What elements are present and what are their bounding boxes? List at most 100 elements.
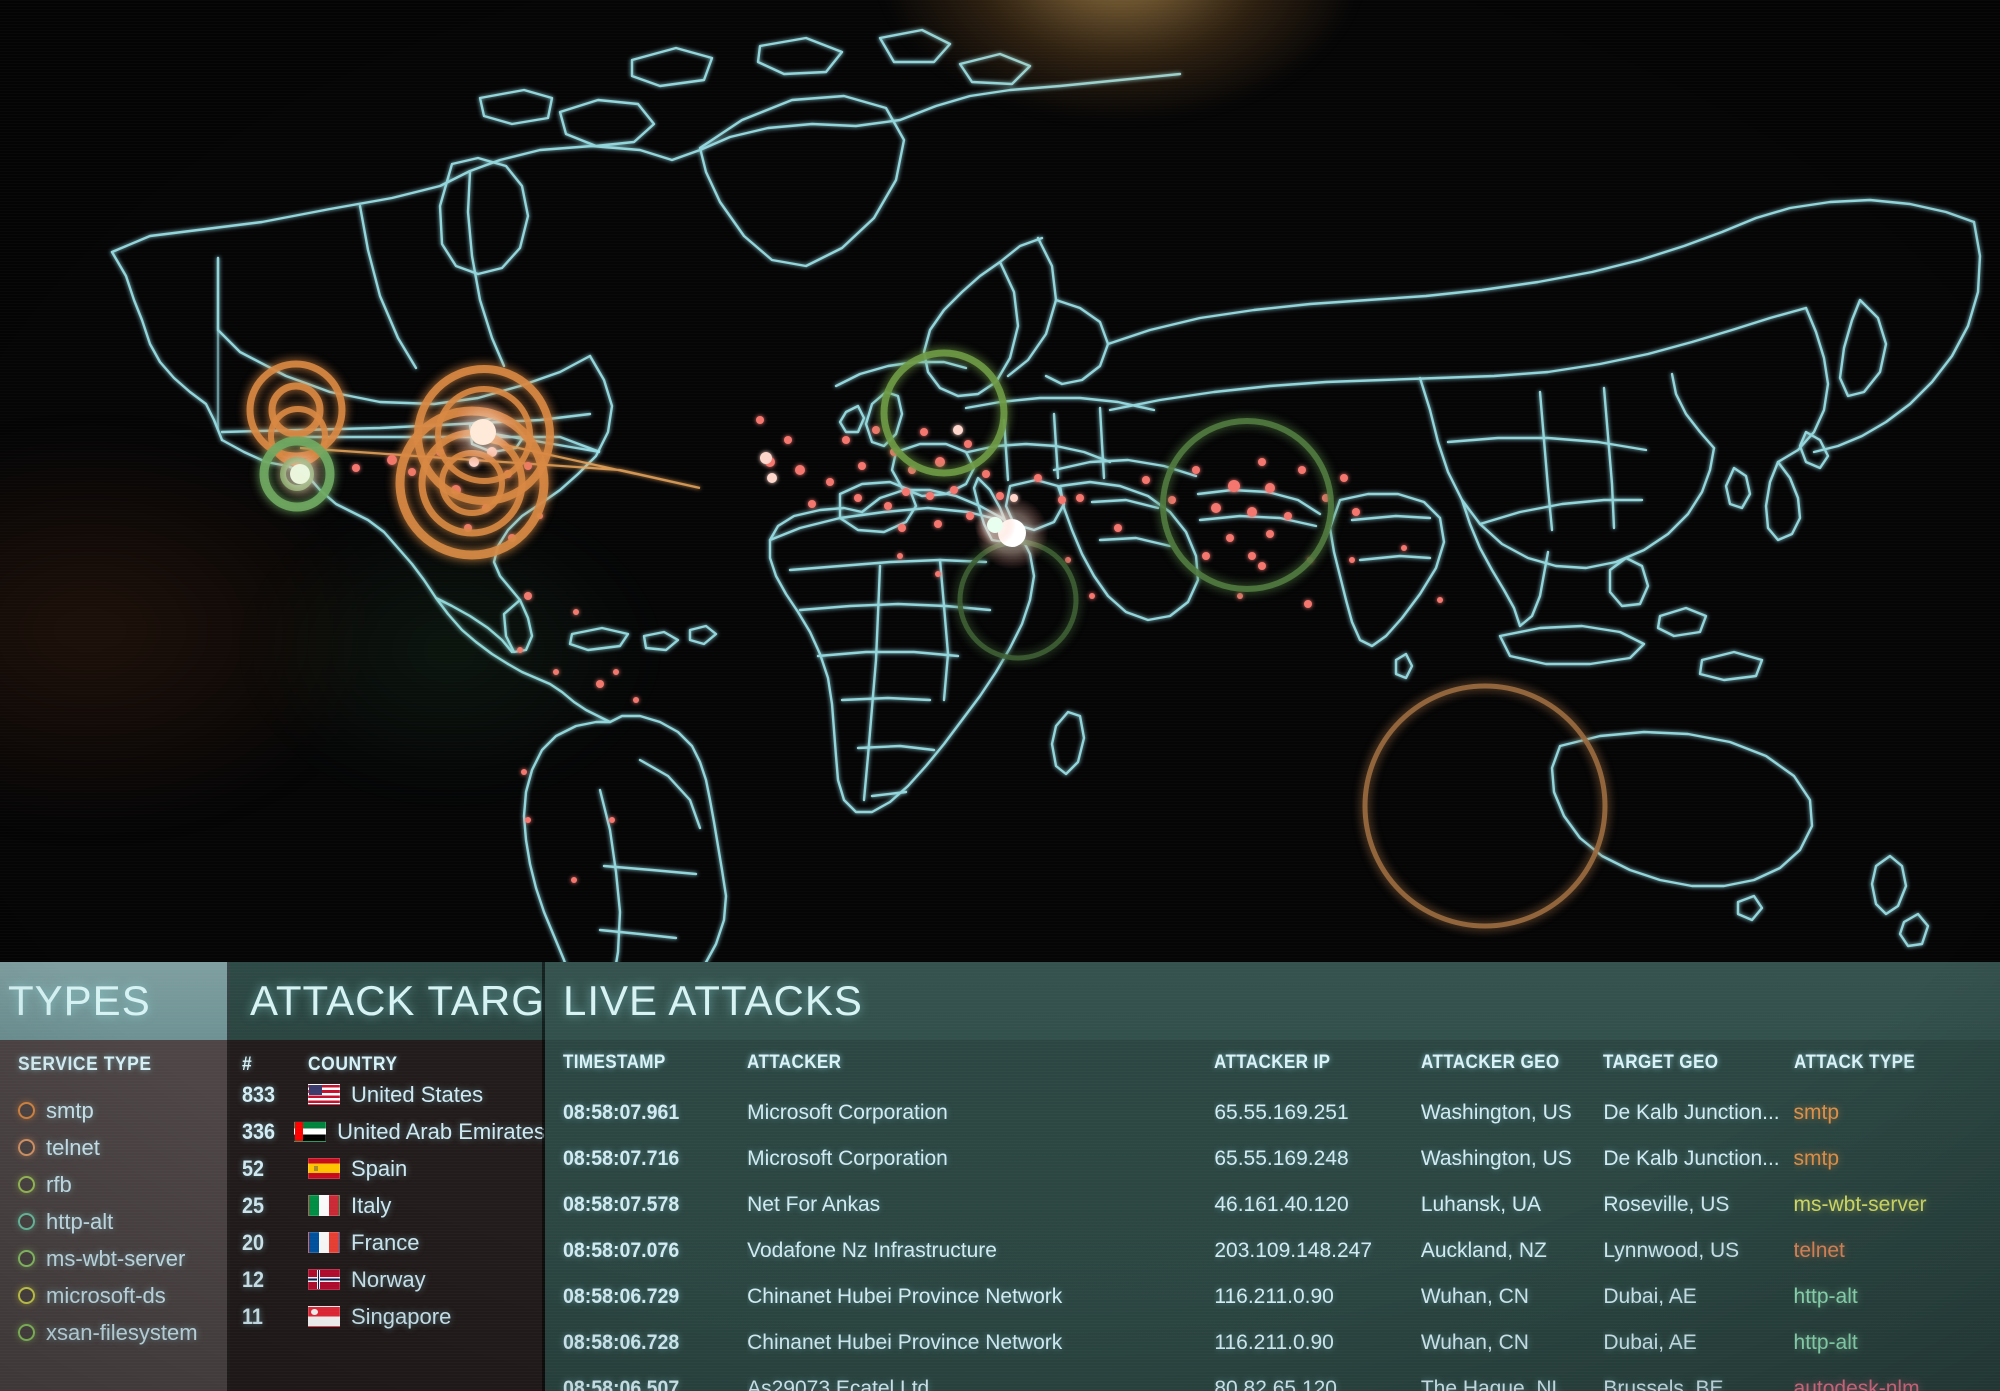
- panel-attack-targets-title-band: ATTACK TARGETS: [230, 962, 629, 1040]
- panel-attack-targets-body: # COUNTRY 833 United States 336 United Arab…: [230, 1040, 545, 1391]
- live-attack-timestamp: 08:58:07.076: [563, 1239, 680, 1262]
- attack-target-country: United Arab Emirates: [337, 1118, 545, 1144]
- live-attack-attacker-geo: Wuhan, CN: [1420, 1285, 1529, 1308]
- attack-target-country: France: [351, 1229, 420, 1255]
- attack-target-row[interactable]: 12 Norway: [230, 1261, 545, 1298]
- live-attack-attacker: Net For Ankas: [747, 1193, 881, 1216]
- panel-types-body: SERVICE TYPE smtp telnet rfb http-alt ms-wbt…: [0, 1040, 230, 1391]
- live-attack-attacker-ip: 46.161.40.120: [1214, 1193, 1349, 1216]
- attack-target-count: 833: [242, 1081, 276, 1107]
- flag-icon-no: [308, 1269, 340, 1290]
- attack-target-country: Italy: [351, 1192, 392, 1218]
- service-type-row[interactable]: http-alt: [18, 1203, 230, 1240]
- live-attack-target-geo: Roseville, US: [1603, 1193, 1730, 1216]
- panel-divider: [542, 962, 545, 1391]
- live-attack-attacker-ip: 203.109.148.247: [1214, 1239, 1373, 1262]
- live-attack-row[interactable]: 08:58:06.728 Chinanet Hubei Province Netw…: [545, 1320, 2000, 1366]
- live-attack-row[interactable]: 08:58:07.961 Microsoft Corporation 65.55.1…: [545, 1090, 2000, 1136]
- service-type-row[interactable]: microsoft-ds: [18, 1277, 230, 1314]
- live-attack-attacker-geo: Washington, US: [1420, 1101, 1572, 1124]
- panel-live-attacks-title: LIVE ATTACKS: [563, 977, 863, 1024]
- attacker-geo-column-header[interactable]: ATTACKER GEO: [1421, 1052, 1604, 1090]
- live-attack-row[interactable]: 08:58:06.507 As29073 Ecatel Ltd 80.82.65.1…: [545, 1366, 2000, 1391]
- service-type-label: microsoft-ds: [46, 1282, 166, 1308]
- live-attack-row[interactable]: 08:58:07.076 Vodafone Nz Infrastructure 20…: [545, 1228, 2000, 1274]
- live-attack-attacker: As29073 Ecatel Ltd: [747, 1377, 930, 1391]
- live-attack-attacker-geo: Auckland, NZ: [1420, 1239, 1547, 1262]
- target-geo-column-header[interactable]: TARGET GEO: [1603, 1052, 1793, 1090]
- service-type-row[interactable]: rfb: [18, 1166, 230, 1203]
- attack-targets-list[interactable]: 833 United States 336 United Arab Emirates 5…: [230, 1076, 545, 1335]
- attack-target-row[interactable]: 336 United Arab Emirates: [230, 1113, 545, 1150]
- flag-icon-sg: [308, 1306, 340, 1327]
- attack-target-count: 20: [242, 1229, 265, 1255]
- panel-types-title-band: TYPES: [0, 962, 230, 1040]
- live-attack-attack-type: http-alt: [1793, 1331, 1858, 1354]
- service-type-row[interactable]: smtp: [18, 1092, 230, 1129]
- service-type-color-dot: [18, 1176, 35, 1193]
- live-attack-attacker-ip: 80.82.65.120: [1214, 1377, 1337, 1391]
- live-attack-timestamp: 08:58:06.728: [563, 1331, 680, 1354]
- live-attack-attacker: Chinanet Hubei Province Network: [747, 1285, 1063, 1308]
- live-attack-row[interactable]: 08:58:07.578 Net For Ankas 46.161.40.120 Lu…: [545, 1182, 2000, 1228]
- live-attack-attack-type: autodesk-nlm: [1793, 1377, 1920, 1391]
- live-attacks-header-row: TIMESTAMP ATTACKER ATTACKER IP ATTACKER …: [545, 1052, 2000, 1090]
- flag-icon-it: [308, 1195, 340, 1216]
- attacker-ip-column-header[interactable]: ATTACKER IP: [1214, 1052, 1420, 1090]
- live-attack-timestamp: 08:58:07.716: [563, 1147, 680, 1170]
- service-type-label: ms-wbt-server: [46, 1245, 186, 1271]
- service-type-list[interactable]: smtp telnet rfb http-alt ms-wbt-server micros…: [18, 1092, 230, 1351]
- attack-hotspot: [987, 517, 1003, 533]
- live-attack-target-geo: De Kalb Junction...: [1603, 1101, 1780, 1124]
- flag-icon-fr: [308, 1232, 340, 1253]
- attack-hotspot: [470, 419, 496, 445]
- service-type-color-dot: [18, 1139, 35, 1156]
- attack-target-row[interactable]: 25 Italy: [230, 1187, 545, 1224]
- attack-target-row[interactable]: 833 United States: [230, 1076, 545, 1113]
- attacker-column-header[interactable]: ATTACKER: [747, 1052, 1214, 1090]
- panel-live-attacks-title-band: LIVE ATTACKS: [545, 962, 2000, 1040]
- service-type-row[interactable]: xsan-filesystem: [18, 1314, 230, 1351]
- timestamp-column-header[interactable]: TIMESTAMP: [545, 1052, 747, 1090]
- service-type-color-dot: [18, 1287, 35, 1304]
- attack-target-row[interactable]: 52 Spain: [230, 1150, 545, 1187]
- attack-type-column-header[interactable]: ATTACK TYPE: [1794, 1052, 2000, 1090]
- live-attack-attacker-ip: 65.55.169.248: [1214, 1147, 1349, 1170]
- live-attack-row[interactable]: 08:58:07.716 Microsoft Corporation 65.55.1…: [545, 1136, 2000, 1182]
- service-type-label: xsan-filesystem: [46, 1319, 198, 1345]
- flag-icon-ae: [294, 1121, 327, 1142]
- count-column-header: #: [242, 1054, 253, 1075]
- attack-target-count: 25: [242, 1192, 265, 1218]
- panel-live-attacks: LIVE ATTACKS TIMESTAMP ATTACKER ATTACKER…: [545, 962, 2000, 1391]
- attack-target-country: Norway: [351, 1266, 426, 1292]
- live-attack-target-geo: De Kalb Junction...: [1603, 1147, 1780, 1170]
- attack-target-country: Spain: [351, 1155, 408, 1181]
- attack-target-country: Singapore: [351, 1303, 452, 1329]
- service-type-row[interactable]: ms-wbt-server: [18, 1240, 230, 1277]
- live-attack-row[interactable]: 08:58:06.729 Chinanet Hubei Province Netw…: [545, 1274, 2000, 1320]
- attack-hotspot: [290, 464, 310, 484]
- service-type-row[interactable]: telnet: [18, 1129, 230, 1166]
- panel-attack-targets: ATTACK TARGETS # COUNTRY 833 United State…: [230, 962, 629, 1391]
- live-attack-attack-type: http-alt: [1793, 1285, 1858, 1308]
- attack-target-count: 11: [242, 1303, 263, 1329]
- attack-target-count: 336: [242, 1118, 276, 1144]
- attack-target-row[interactable]: 20 France: [230, 1224, 545, 1261]
- service-type-color-dot: [18, 1102, 35, 1119]
- service-type-color-dot: [18, 1324, 35, 1341]
- live-attack-attack-type: telnet: [1793, 1239, 1845, 1262]
- attack-target-row[interactable]: 11 Singapore: [230, 1298, 545, 1335]
- live-attack-attacker: Vodafone Nz Infrastructure: [747, 1239, 997, 1262]
- live-attack-attack-type: ms-wbt-server: [1793, 1193, 1927, 1216]
- service-type-color-dot: [18, 1213, 35, 1230]
- live-attack-attacker-geo: Washington, US: [1420, 1147, 1572, 1170]
- panel-types-title: TYPES: [8, 977, 151, 1024]
- live-attack-target-geo: Dubai, AE: [1603, 1285, 1697, 1308]
- attack-target-count: 12: [242, 1266, 265, 1292]
- panel-live-attacks-body: TIMESTAMP ATTACKER ATTACKER IP ATTACKER …: [545, 1040, 2000, 1391]
- live-attack-target-geo: Lynnwood, US: [1603, 1239, 1740, 1262]
- flag-icon-es: [308, 1158, 340, 1179]
- service-type-label: rfb: [46, 1171, 72, 1197]
- service-type-label: telnet: [46, 1134, 100, 1160]
- panel-types: TYPES SERVICE TYPE smtp telnet rfb http-alt…: [0, 962, 230, 1391]
